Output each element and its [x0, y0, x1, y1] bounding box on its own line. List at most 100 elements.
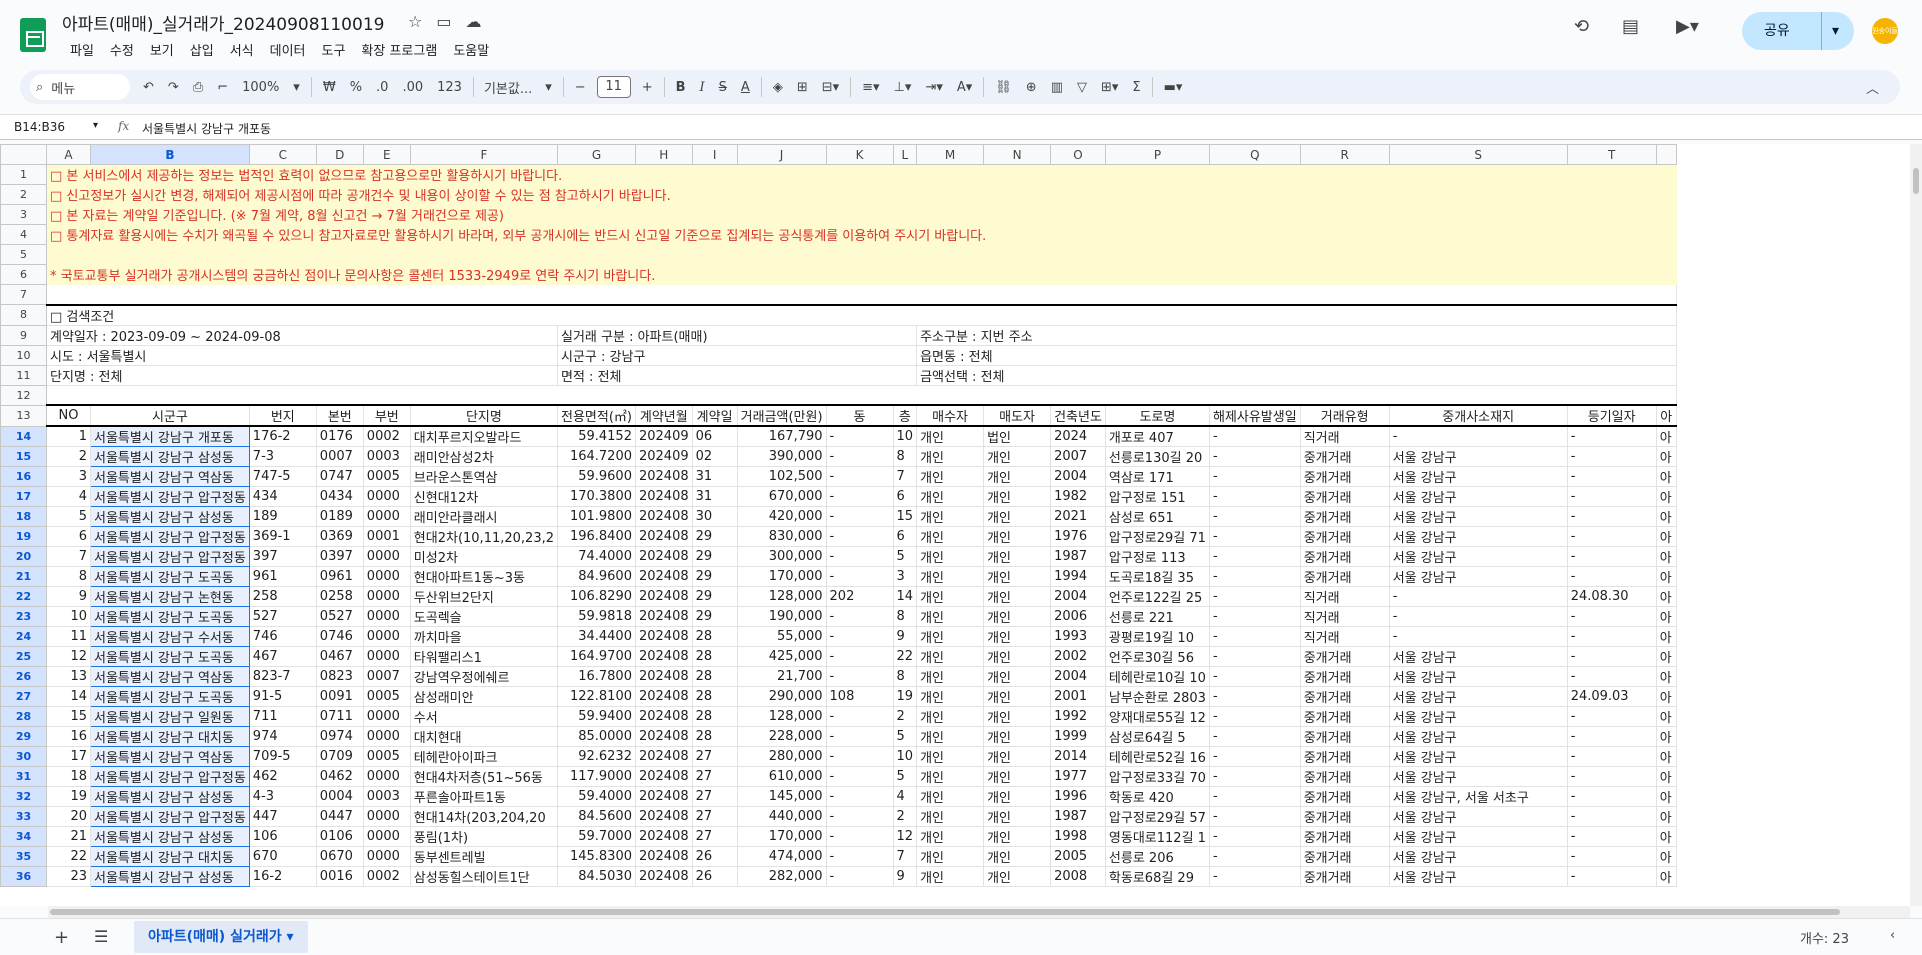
currency-button[interactable]: ₩ [316, 80, 343, 95]
table-cell[interactable]: 9 [892, 626, 918, 647]
table-cell[interactable]: 아 [1655, 806, 1677, 827]
row-header[interactable]: 24 [0, 626, 47, 647]
table-header-cell[interactable]: NO [46, 404, 91, 427]
table-cell[interactable]: 1993 [1050, 626, 1106, 647]
menu-tools[interactable]: 도구 [314, 38, 354, 61]
table-cell[interactable]: - [1566, 566, 1657, 587]
table-cell[interactable]: 0000 [362, 566, 411, 587]
insert-comment-icon[interactable]: ⊕ [1019, 80, 1044, 95]
table-cell[interactable]: 압구정로33길 70 [1104, 766, 1210, 787]
cell[interactable] [46, 284, 1677, 306]
table-cell[interactable]: 서울 강남구 [1388, 766, 1568, 787]
table-cell[interactable]: 학동로 420 [1104, 786, 1210, 807]
table-cell[interactable]: - [1566, 806, 1657, 827]
row-header[interactable]: 12 [0, 384, 47, 406]
table-cell[interactable]: 개인 [916, 846, 985, 867]
table-cell[interactable]: 학동로68길 29 [1104, 866, 1210, 887]
table-cell[interactable]: 개인 [983, 566, 1052, 587]
avatar[interactable]: 원숭이들 [1872, 18, 1898, 44]
table-cell[interactable]: 29 [691, 526, 738, 547]
table-cell[interactable]: 개인 [916, 706, 985, 727]
fill-color-icon[interactable]: ◈ [766, 80, 790, 95]
table-cell[interactable]: 1996 [1050, 786, 1106, 807]
selected-cell[interactable]: 서울특별시 강남구 논현동 [90, 586, 250, 607]
table-cell[interactable]: 아 [1655, 425, 1677, 447]
table-cell[interactable]: 중개거래 [1299, 806, 1390, 827]
column-header[interactable]: J [736, 144, 827, 165]
table-cell[interactable]: 테헤란아이파크 [409, 746, 559, 767]
table-cell[interactable]: 서울 강남구 [1388, 506, 1568, 527]
table-cell[interactable]: - [1208, 546, 1301, 567]
table-cell[interactable]: 84.5030 [557, 866, 636, 887]
table-cell[interactable]: 202408 [634, 626, 693, 647]
table-header-cell[interactable]: 부번 [362, 404, 411, 427]
table-cell[interactable]: 서울 강남구 [1388, 486, 1568, 507]
table-cell[interactable]: 202 [825, 586, 894, 607]
table-cell[interactable]: 아 [1655, 486, 1677, 507]
row-header[interactable]: 16 [0, 466, 47, 487]
chevron-down-icon[interactable]: ▾ [286, 80, 307, 95]
table-cell[interactable]: 2004 [1050, 466, 1106, 487]
table-cell[interactable]: 0000 [362, 626, 411, 647]
table-cell[interactable]: - [1208, 846, 1301, 867]
row-header[interactable]: 32 [0, 786, 47, 807]
notice-cell[interactable]: * 국토교통부 실거래가 공개시스템의 궁금하신 점이나 문의사항은 콜센터 1… [46, 264, 1677, 285]
table-cell[interactable]: 2006 [1050, 606, 1106, 627]
table-cell[interactable]: 228,000 [736, 726, 827, 747]
redo-icon[interactable]: ↷ [161, 80, 186, 95]
table-cell[interactable]: 196.8400 [557, 526, 636, 547]
table-cell[interactable]: 106 [248, 826, 317, 847]
table-cell[interactable]: - [1566, 446, 1657, 467]
table-cell[interactable]: - [825, 425, 894, 447]
table-cell[interactable]: 4 [892, 786, 918, 807]
table-cell[interactable]: 27 [691, 766, 738, 787]
table-cell[interactable]: 22 [46, 846, 91, 867]
condition-cell[interactable]: 시도 : 서울특별시 [46, 344, 558, 366]
row-header[interactable]: 2 [0, 184, 47, 205]
table-cell[interactable]: 747-5 [248, 466, 317, 487]
table-cell[interactable]: 59.9600 [557, 466, 636, 487]
table-cell[interactable]: 0447 [315, 806, 364, 827]
table-cell[interactable]: 2002 [1050, 646, 1106, 667]
table-cell[interactable]: 개인 [916, 666, 985, 687]
table-cell[interactable]: 0711 [315, 706, 364, 727]
row-header[interactable]: 23 [0, 606, 47, 627]
table-cell[interactable]: 7 [892, 466, 918, 487]
table-header-cell[interactable]: 동 [825, 404, 894, 427]
table-cell[interactable]: - [1566, 866, 1657, 887]
decrease-decimal-button[interactable]: .0 [369, 80, 395, 95]
row-header[interactable]: 3 [0, 204, 47, 225]
table-cell[interactable]: 서울 강남구, 서울 서초구 [1388, 786, 1568, 807]
selected-cell[interactable]: 서울특별시 강남구 역삼동 [90, 466, 250, 487]
print-icon[interactable]: ⎙ [186, 80, 210, 95]
table-cell[interactable]: 15 [46, 706, 91, 727]
table-cell[interactable]: 2021 [1050, 506, 1106, 527]
table-cell[interactable]: 84.9600 [557, 566, 636, 587]
table-header-cell[interactable]: 매도자 [983, 404, 1052, 427]
table-cell[interactable]: 5 [892, 726, 918, 747]
table-cell[interactable]: 0747 [315, 466, 364, 487]
table-cell[interactable]: 0004 [315, 786, 364, 807]
table-cell[interactable]: - [825, 466, 894, 487]
table-cell[interactable]: 개인 [983, 846, 1052, 867]
table-cell[interactable]: 2008 [1050, 866, 1106, 887]
table-cell[interactable]: 8 [892, 606, 918, 627]
table-header-cell[interactable]: 도로명 [1104, 404, 1210, 427]
table-cell[interactable]: - [825, 546, 894, 567]
table-cell[interactable]: 19 [46, 786, 91, 807]
cloud-status-icon[interactable]: ☁ [465, 12, 481, 31]
table-cell[interactable]: 440,000 [736, 806, 827, 827]
table-cell[interactable]: 0000 [362, 646, 411, 667]
condition-cell[interactable]: 주소구분 : 지번 주소 [916, 324, 1677, 346]
table-cell[interactable]: 0091 [315, 686, 364, 707]
table-cell[interactable]: 개인 [983, 646, 1052, 667]
table-cell[interactable]: 삼성래미안 [409, 686, 559, 707]
table-cell[interactable]: 0369 [315, 526, 364, 547]
table-cell[interactable]: 현대아파트1동~3동 [409, 566, 559, 587]
table-cell[interactable]: - [1566, 606, 1657, 627]
table-cell[interactable]: - [825, 666, 894, 687]
row-header[interactable]: 20 [0, 546, 47, 567]
table-cell[interactable]: - [1566, 706, 1657, 727]
row-header[interactable]: 28 [0, 706, 47, 727]
filter-icon[interactable]: ▽ [1070, 80, 1094, 95]
